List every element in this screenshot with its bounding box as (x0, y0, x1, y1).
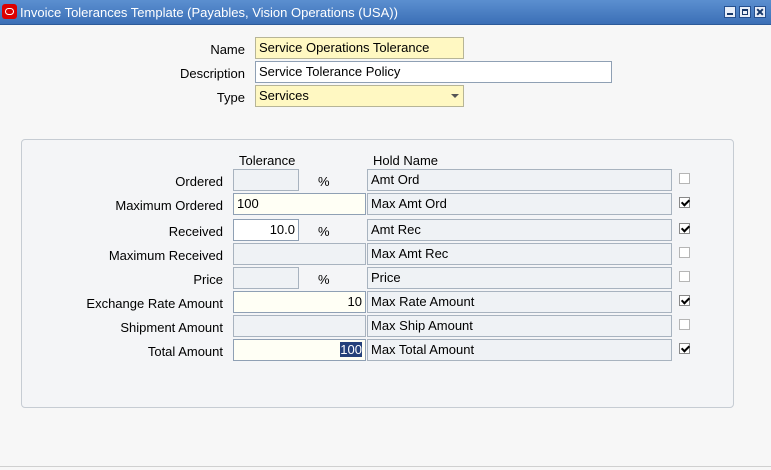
window-titlebar[interactable]: Invoice Tolerances Template (Payables, V… (0, 0, 771, 25)
maximum-ordered-hold-checkbox[interactable] (679, 197, 690, 208)
price-hold-name-field[interactable]: Price (367, 267, 672, 289)
row-label-ordered: Ordered (175, 174, 223, 189)
shipment-amount-hold-name-field[interactable]: Max Ship Amount (367, 315, 672, 337)
ordered-hold-checkbox[interactable] (679, 173, 690, 184)
maximum-ordered-hold-name-field[interactable]: Max Amt Ord (367, 193, 672, 215)
received-hold-checkbox[interactable] (679, 223, 690, 234)
total-amount-hold-checkbox[interactable] (679, 343, 690, 354)
total-amount-selected-text: 100 (340, 342, 362, 357)
description-label: Description (179, 66, 245, 81)
maximum-received-hold-name-field[interactable]: Max Amt Rec (367, 243, 672, 265)
exchange-rate-amount-tolerance-field[interactable]: 10 (233, 291, 366, 313)
price-hold-checkbox[interactable] (679, 271, 690, 282)
shipment-amount-hold-checkbox[interactable] (679, 319, 690, 330)
type-select[interactable]: Services (255, 85, 464, 107)
ordered-hold-name-field[interactable]: Amt Ord (367, 169, 672, 191)
exchange-rate-amount-hold-checkbox[interactable] (679, 295, 690, 306)
row-label-exchange-rate-amount: Exchange Rate Amount (86, 296, 223, 311)
window-title: Invoice Tolerances Template (Payables, V… (20, 5, 398, 20)
maximize-icon[interactable] (739, 6, 751, 18)
ordered-percent-sign: % (318, 174, 330, 189)
maximum-ordered-tolerance-field[interactable]: 100 (233, 193, 366, 215)
row-label-received: Received (168, 224, 223, 239)
row-label-shipment-amount: Shipment Amount (120, 320, 223, 335)
price-percent-sign: % (318, 272, 330, 287)
chevron-down-icon[interactable] (451, 94, 459, 98)
hold-name-column-header: Hold Name (373, 153, 439, 168)
close-icon[interactable] (754, 6, 766, 18)
price-tolerance-field[interactable] (233, 267, 299, 289)
exchange-rate-amount-hold-name-field[interactable]: Max Rate Amount (367, 291, 672, 313)
received-percent-sign: % (318, 224, 330, 239)
oracle-app-icon[interactable] (2, 4, 17, 19)
received-tolerance-field[interactable]: 10.0 (233, 219, 299, 241)
row-label-total-amount: Total Amount (147, 344, 223, 359)
row-label-price: Price (193, 272, 223, 287)
ordered-tolerance-field[interactable] (233, 169, 299, 191)
maximum-received-tolerance-field[interactable] (233, 243, 366, 265)
tolerance-column-header: Tolerance (239, 153, 296, 168)
type-label: Type (216, 90, 245, 105)
shipment-amount-tolerance-field[interactable] (233, 315, 366, 337)
description-field[interactable]: Service Tolerance Policy (255, 61, 612, 83)
maximum-received-hold-checkbox[interactable] (679, 247, 690, 258)
total-amount-hold-name-field[interactable]: Max Total Amount (367, 339, 672, 361)
received-hold-name-field[interactable]: Amt Rec (367, 219, 672, 241)
window-bottom-border (0, 466, 771, 469)
name-label: Name (210, 42, 245, 57)
minimize-icon[interactable] (724, 6, 736, 18)
row-label-maximum-ordered: Maximum Ordered (115, 198, 223, 213)
row-label-maximum-received: Maximum Received (108, 248, 223, 263)
total-amount-tolerance-field[interactable]: 100 (233, 339, 366, 361)
type-select-value: Services (259, 88, 309, 103)
name-field[interactable]: Service Operations Tolerance (255, 37, 464, 59)
